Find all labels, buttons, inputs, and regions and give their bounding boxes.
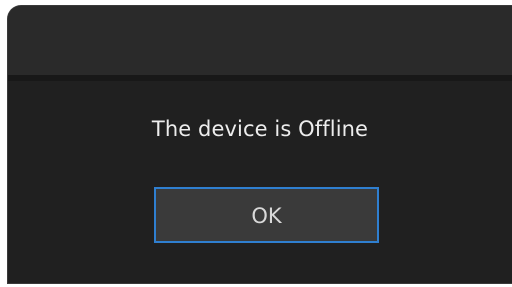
screen: The device is Offline OK (0, 0, 512, 287)
ok-button[interactable]: OK (154, 187, 379, 243)
offline-dialog: The device is Offline OK (7, 5, 512, 284)
dialog-message: The device is Offline (151, 117, 369, 141)
title-divider (8, 75, 512, 81)
dialog-title-bar (8, 6, 512, 75)
